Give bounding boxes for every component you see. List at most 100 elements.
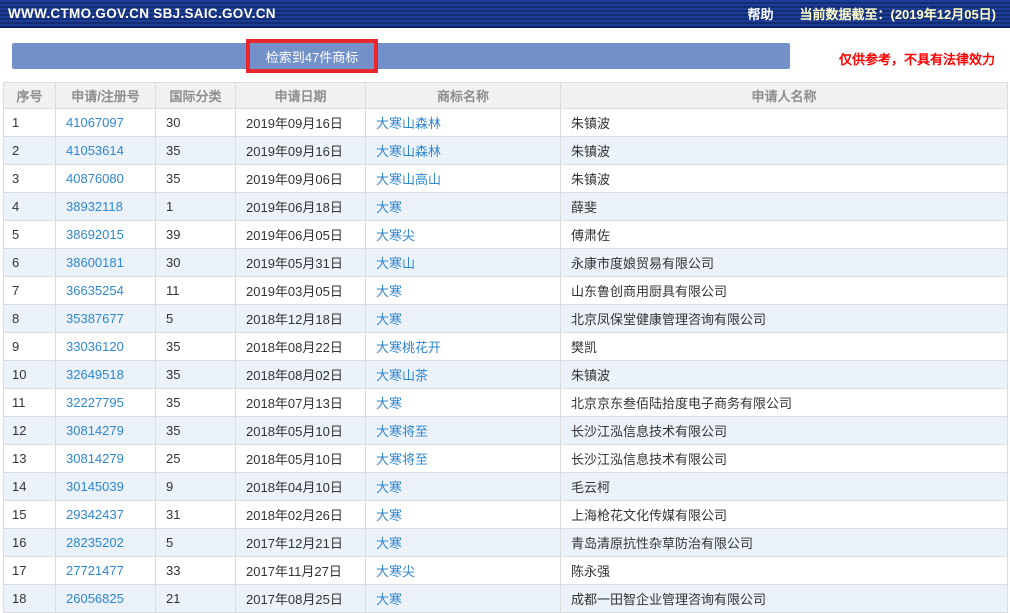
trademark-name-link[interactable]: 大寒山 — [376, 256, 415, 271]
data-cutoff-value: (2019年12月05日) — [891, 7, 997, 22]
cell-intl-class: 5 — [156, 305, 236, 333]
cell-trademark-name: 大寒 — [366, 389, 561, 417]
table-row: 1330814279252018年05月10日大寒将至长沙江泓信息技术有限公司 — [4, 445, 1008, 473]
cell-registration-number: 41053614 — [56, 137, 156, 165]
cell-registration-number: 38692015 — [56, 221, 156, 249]
cell-index: 8 — [4, 305, 56, 333]
cell-apply-date: 2018年05月10日 — [236, 445, 366, 473]
cell-registration-number: 30145039 — [56, 473, 156, 501]
cell-applicant-name: 北京凤保堂健康管理咨询有限公司 — [561, 305, 1008, 333]
trademark-name-link[interactable]: 大寒 — [376, 480, 402, 495]
table-row: 241053614352019年09月16日大寒山森林朱镇波 — [4, 137, 1008, 165]
cell-index: 11 — [4, 389, 56, 417]
trademark-name-link[interactable]: 大寒山茶 — [376, 368, 428, 383]
table-row: 83538767752018年12月18日大寒北京凤保堂健康管理咨询有限公司 — [4, 305, 1008, 333]
cell-registration-number: 40876080 — [56, 165, 156, 193]
registration-number-link[interactable]: 33036120 — [66, 339, 124, 354]
registration-number-link[interactable]: 28235202 — [66, 535, 124, 550]
trademark-name-link[interactable]: 大寒 — [376, 200, 402, 215]
table-row: 43893211812019年06月18日大寒薛斐 — [4, 193, 1008, 221]
registration-number-link[interactable]: 26056825 — [66, 591, 124, 606]
registration-number-link[interactable]: 27721477 — [66, 563, 124, 578]
cell-index: 13 — [4, 445, 56, 473]
cell-apply-date: 2018年08月02日 — [236, 361, 366, 389]
registration-number-link[interactable]: 35387677 — [66, 311, 124, 326]
table-row: 1230814279352018年05月10日大寒将至长沙江泓信息技术有限公司 — [4, 417, 1008, 445]
cell-apply-date: 2018年04月10日 — [236, 473, 366, 501]
trademark-name-link[interactable]: 大寒尖 — [376, 228, 415, 243]
result-count-label: 检索到47件商标 — [266, 47, 358, 66]
cell-index: 15 — [4, 501, 56, 529]
table-row: 141067097302019年09月16日大寒山森林朱镇波 — [4, 109, 1008, 137]
cell-intl-class: 30 — [156, 109, 236, 137]
registration-number-link[interactable]: 32227795 — [66, 395, 124, 410]
cell-trademark-name: 大寒尖 — [366, 557, 561, 585]
cell-index: 17 — [4, 557, 56, 585]
result-banner-zone: 检索到47件商标 仅供参考，不具有法律效力 — [0, 28, 1010, 78]
cell-apply-date: 2019年09月06日 — [236, 165, 366, 193]
trademark-name-link[interactable]: 大寒 — [376, 312, 402, 327]
registration-number-link[interactable]: 36635254 — [66, 283, 124, 298]
cell-applicant-name: 傅肃佐 — [561, 221, 1008, 249]
cell-applicant-name: 毛云柯 — [561, 473, 1008, 501]
result-count-button[interactable]: 检索到47件商标 — [246, 39, 378, 73]
cell-apply-date: 2017年12月21日 — [236, 529, 366, 557]
registration-number-link[interactable]: 40876080 — [66, 171, 124, 186]
cell-trademark-name: 大寒 — [366, 277, 561, 305]
registration-number-link[interactable]: 32649518 — [66, 367, 124, 382]
cell-apply-date: 2017年08月25日 — [236, 585, 366, 613]
cell-apply-date: 2019年05月31日 — [236, 249, 366, 277]
table-row: 340876080352019年09月06日大寒山高山朱镇波 — [4, 165, 1008, 193]
trademark-name-link[interactable]: 大寒将至 — [376, 452, 428, 467]
cell-applicant-name: 山东鲁创商用厨具有限公司 — [561, 277, 1008, 305]
trademark-name-link[interactable]: 大寒山森林 — [376, 144, 441, 159]
help-link[interactable]: 帮助 — [747, 4, 773, 23]
trademark-name-link[interactable]: 大寒 — [376, 284, 402, 299]
cell-trademark-name: 大寒将至 — [366, 417, 561, 445]
result-banner-bar — [12, 43, 790, 69]
cell-applicant-name: 朱镇波 — [561, 361, 1008, 389]
results-table-wrap: 序号 申请/注册号 国际分类 申请日期 商标名称 申请人名称 1 41067097… — [0, 78, 1010, 613]
registration-number-link[interactable]: 30814279 — [66, 423, 124, 438]
cell-trademark-name: 大寒 — [366, 305, 561, 333]
cell-applicant-name: 北京京东叁佰陆拾度电子商务有限公司 — [561, 389, 1008, 417]
cell-apply-date: 2018年08月22日 — [236, 333, 366, 361]
registration-number-link[interactable]: 41053614 — [66, 143, 124, 158]
registration-number-link[interactable]: 38692015 — [66, 227, 124, 242]
trademark-name-link[interactable]: 大寒 — [376, 396, 402, 411]
cell-applicant-name: 上海枪花文化传媒有限公司 — [561, 501, 1008, 529]
registration-number-link[interactable]: 30814279 — [66, 451, 124, 466]
cell-intl-class: 1 — [156, 193, 236, 221]
cell-trademark-name: 大寒将至 — [366, 445, 561, 473]
legal-disclaimer-text: 仅供参考，不具有法律效力 — [839, 49, 995, 68]
cell-registration-number: 33036120 — [56, 333, 156, 361]
cell-trademark-name: 大寒 — [366, 529, 561, 557]
registration-number-link[interactable]: 30145039 — [66, 479, 124, 494]
cell-index: 7 — [4, 277, 56, 305]
cell-index: 3 — [4, 165, 56, 193]
trademark-name-link[interactable]: 大寒 — [376, 536, 402, 551]
trademark-name-link[interactable]: 大寒桃花开 — [376, 340, 441, 355]
cell-trademark-name: 大寒尖 — [366, 221, 561, 249]
registration-number-link[interactable]: 38932118 — [66, 199, 123, 214]
cell-index: 1 — [4, 109, 56, 137]
trademark-name-link[interactable]: 大寒 — [376, 592, 402, 607]
registration-number-link[interactable]: 38600181 — [66, 255, 124, 270]
cell-intl-class: 9 — [156, 473, 236, 501]
table-row: 1826056825212017年08月25日大寒成都一田智企业管理咨询有限公司 — [4, 585, 1008, 613]
registration-number-link[interactable]: 41067097 — [66, 115, 124, 130]
cell-intl-class: 21 — [156, 585, 236, 613]
cell-apply-date: 2019年06月05日 — [236, 221, 366, 249]
cell-trademark-name: 大寒山茶 — [366, 361, 561, 389]
trademark-name-link[interactable]: 大寒山高山 — [376, 172, 441, 187]
cell-intl-class: 35 — [156, 389, 236, 417]
trademark-name-link[interactable]: 大寒将至 — [376, 424, 428, 439]
trademark-name-link[interactable]: 大寒 — [376, 508, 402, 523]
registration-number-link[interactable]: 29342437 — [66, 507, 124, 522]
cell-apply-date: 2018年05月10日 — [236, 417, 366, 445]
table-header-row: 序号 申请/注册号 国际分类 申请日期 商标名称 申请人名称 — [4, 83, 1008, 109]
trademark-name-link[interactable]: 大寒山森林 — [376, 116, 441, 131]
trademark-name-link[interactable]: 大寒尖 — [376, 564, 415, 579]
cell-trademark-name: 大寒山高山 — [366, 165, 561, 193]
cell-intl-class: 35 — [156, 137, 236, 165]
